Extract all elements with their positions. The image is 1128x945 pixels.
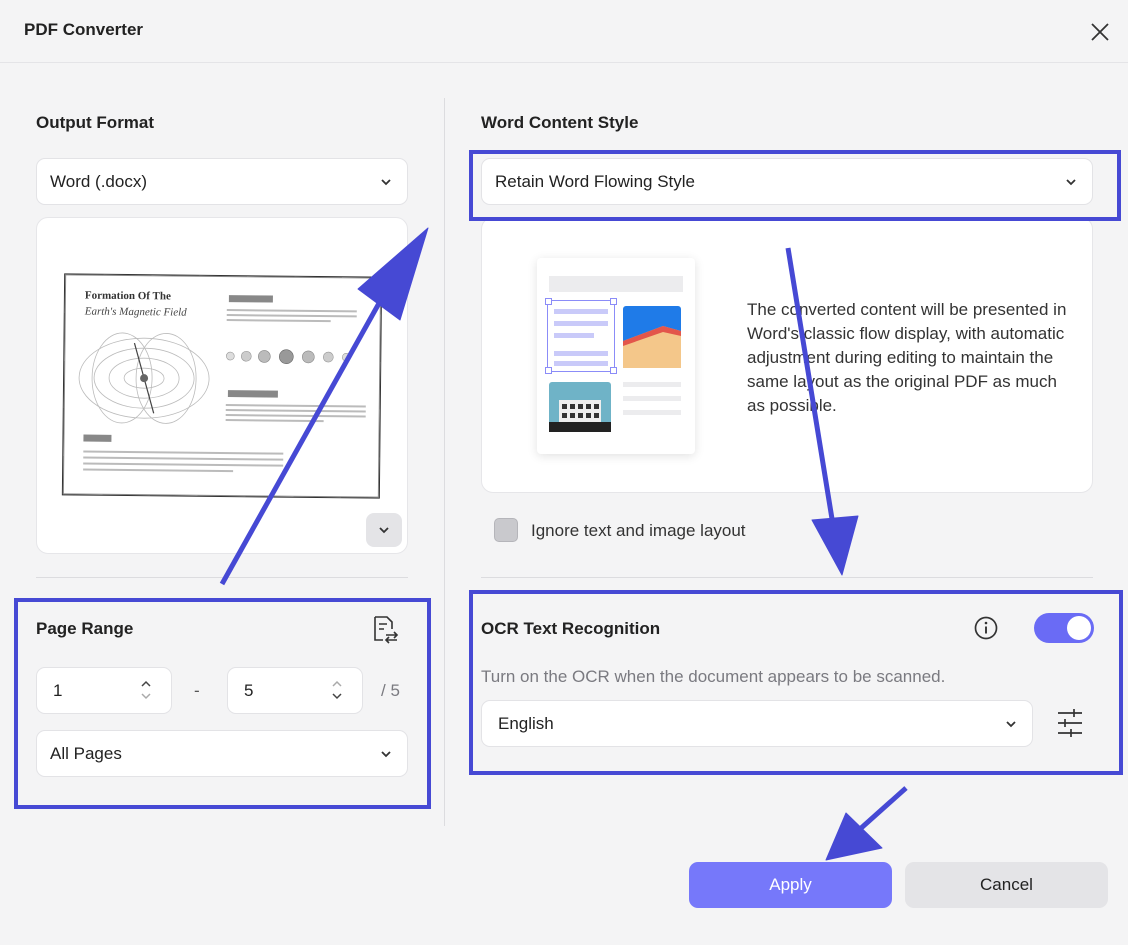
apply-button[interactable]: Apply <box>689 862 892 908</box>
range-to-value: 5 <box>244 680 254 700</box>
selected-text-block <box>545 298 617 374</box>
chevron-down-icon <box>1066 178 1076 185</box>
chevron-down-icon <box>379 527 389 534</box>
range-dash: - <box>194 681 200 700</box>
info-icon[interactable] <box>973 615 999 641</box>
preview-tag <box>227 390 278 398</box>
arrow-to-apply <box>848 786 908 840</box>
column-divider <box>444 98 445 826</box>
word-style-label: Word Content Style <box>481 113 639 132</box>
title-bar: PDF Converter <box>0 0 1128 63</box>
ignore-layout-label[interactable]: Ignore text and image layout <box>531 521 746 541</box>
pages-select-value: All Pages <box>50 743 122 763</box>
chevron-down-icon <box>381 178 391 185</box>
arrow-to-ocr-head <box>811 515 859 576</box>
ocr-language-select[interactable]: English <box>481 700 1033 747</box>
preview-tag <box>83 434 112 442</box>
page-range-label: Page Range <box>36 619 134 638</box>
magnetic-field-illustration <box>78 332 210 424</box>
preview-text-lines <box>226 306 357 325</box>
preview-doc-title: Formation Of The <box>84 289 171 303</box>
arrow-to-apply-head <box>825 812 883 861</box>
preview-doc-subtitle: Earth's Magnetic Field <box>84 305 187 319</box>
style-preview-card: The converted content will be presented … <box>481 217 1093 493</box>
expand-preview-button[interactable] <box>366 513 402 547</box>
close-icon[interactable] <box>1088 20 1112 44</box>
office-building-image-icon <box>549 382 611 432</box>
building-image-icon <box>623 306 681 368</box>
chevron-down-icon <box>1006 720 1016 727</box>
ocr-language-value: English <box>498 713 554 733</box>
ocr-hint: Turn on the OCR when the document appear… <box>481 667 946 686</box>
output-format-value: Word (.docx) <box>50 171 147 191</box>
settings-sliders-icon[interactable] <box>1056 708 1084 738</box>
word-style-select[interactable]: Retain Word Flowing Style <box>481 158 1093 205</box>
output-format-label: Output Format <box>36 113 155 132</box>
cancel-button[interactable]: Cancel <box>905 862 1108 908</box>
word-page-illustration <box>537 258 695 454</box>
ocr-toggle[interactable] <box>1034 613 1094 643</box>
page-range-from[interactable]: 1 <box>36 667 172 714</box>
stepper-arrows-icon[interactable] <box>139 676 153 704</box>
range-total: / 5 <box>381 681 400 700</box>
preview-text-lines <box>83 447 284 477</box>
document-preview: Formation Of The Earth's Magnetic Field <box>36 217 408 554</box>
ocr-label: OCR Text Recognition <box>481 619 661 638</box>
pages-select[interactable]: All Pages <box>36 730 408 777</box>
page-range-to[interactable]: 5 <box>227 667 363 714</box>
divider <box>36 577 408 578</box>
dialog-title: PDF Converter <box>24 20 144 39</box>
stepper-arrows-icon[interactable] <box>330 676 344 704</box>
range-from-value: 1 <box>53 680 63 700</box>
output-format-select[interactable]: Word (.docx) <box>36 158 408 205</box>
scanned-page-thumbnail: Formation Of The Earth's Magnetic Field <box>61 273 383 499</box>
swap-pages-icon[interactable] <box>370 614 400 644</box>
style-description: The converted content will be presented … <box>747 300 1067 415</box>
pdf-converter-dialog: PDF Converter Output Format Word (.docx)… <box>0 0 1128 945</box>
word-style-value: Retain Word Flowing Style <box>495 171 695 191</box>
planets-illustration <box>226 349 351 364</box>
preview-tag <box>228 295 273 303</box>
divider <box>481 577 1093 578</box>
preview-text-lines <box>225 401 366 425</box>
ignore-layout-checkbox[interactable] <box>494 518 518 542</box>
toggle-knob <box>1067 616 1091 640</box>
chevron-down-icon <box>381 750 391 757</box>
